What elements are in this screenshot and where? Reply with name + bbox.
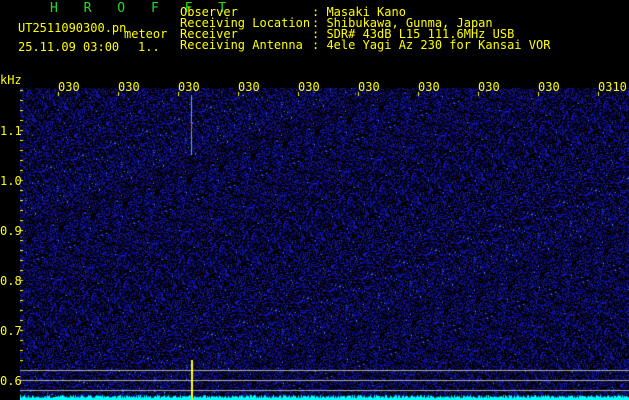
field-value-colon: : 4ele Yagi Az 230 for Kansai VOR (312, 38, 551, 52)
filename: UT2511090300.pn (18, 21, 127, 35)
time-label: 0303 (178, 80, 200, 94)
time-label: 0310 (598, 80, 627, 94)
freq-label: 0.6 (0, 374, 22, 388)
freq-label: 0.9 (0, 224, 22, 238)
freq-label: 0.7 (0, 324, 22, 338)
time-label: 0301 (58, 80, 80, 94)
time-label: 0305 (298, 80, 320, 94)
time-label: 0306 (358, 80, 380, 94)
time-label: 0307 (418, 80, 440, 94)
field-label: Receiving Antenna (180, 38, 303, 52)
time-label: 0308 (478, 80, 500, 94)
spectrogram (20, 80, 629, 400)
mode-label: meteor (124, 27, 168, 41)
index: 1.. (138, 40, 160, 54)
freq-label: 0.8 (0, 274, 22, 288)
time-label: 0302 (118, 80, 140, 94)
time-label: 0309 (538, 80, 560, 94)
freq-label: 1.1 (0, 124, 22, 138)
field-value: 4ele Yagi Az 230 for Kansai VOR (326, 38, 551, 52)
time-label: 0304 (238, 80, 260, 94)
freq-label: 1.0 (0, 174, 22, 188)
datetime: 25.11.09 03:00 (18, 40, 120, 54)
unit-label: kHz (0, 73, 22, 87)
